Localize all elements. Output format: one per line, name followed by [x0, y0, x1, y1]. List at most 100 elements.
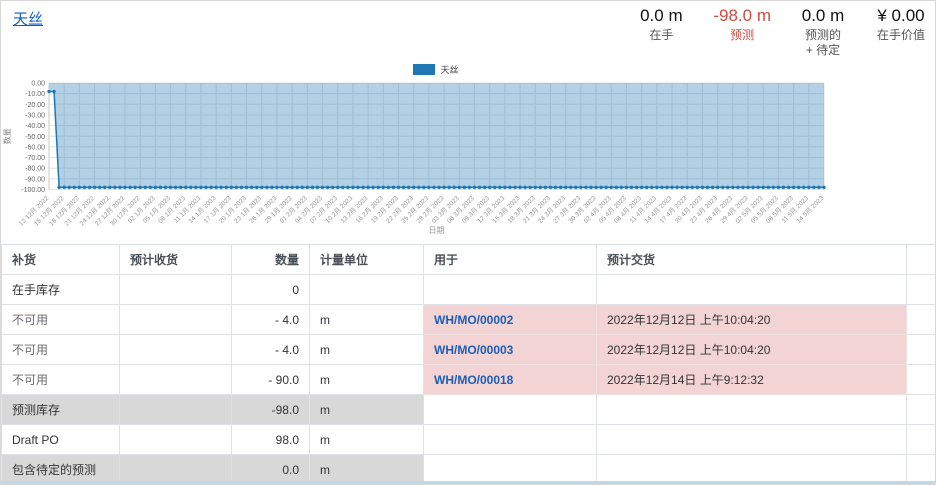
- cell-qty: 98.0: [232, 425, 310, 455]
- cell-uom: m: [310, 425, 424, 455]
- cell-qty: - 90.0: [232, 365, 310, 395]
- table-row: Draft PO 98.0m: [2, 425, 936, 455]
- svg-text:数量: 数量: [2, 128, 12, 144]
- stat-on-hand-label: 在手: [635, 28, 687, 43]
- cell-scheduled: [120, 395, 232, 425]
- stat-on-hand: 0.0 m 在手: [635, 6, 687, 43]
- mo-reference-link[interactable]: WH/MO/00002: [434, 313, 513, 327]
- cell-expected: [597, 395, 907, 425]
- cell-expected: [597, 425, 907, 455]
- table-row: 包含待定的预测 0.0m: [2, 455, 936, 485]
- table-header-row: 补货预计收货数量计量单位用于预计交货: [2, 245, 936, 275]
- cell-replenishment: 在手库存: [2, 275, 120, 305]
- area-chart-canvas: 0.00 -10.00 -20.00 -30.00 -40.00 -50.00 -60.00…: [1, 73, 936, 245]
- cell-scheduled: [120, 275, 232, 305]
- cell-expected: 2022年12月12日 上午10:04:20: [597, 335, 907, 365]
- svg-text:-10.00: -10.00: [25, 91, 45, 98]
- cell-extra: [907, 365, 936, 395]
- column-header-7: [907, 245, 936, 275]
- stat-on-hand-value: 0.0 m: [635, 6, 687, 26]
- svg-text:0.00: 0.00: [31, 81, 45, 88]
- cell-extra: [907, 455, 936, 485]
- column-header-4: 计量单位: [310, 245, 424, 275]
- cell-used_for: WH/MO/00018: [424, 365, 597, 395]
- cell-qty: 0.0: [232, 455, 310, 485]
- cell-extra: [907, 425, 936, 455]
- svg-text:-100.00: -100.00: [21, 187, 45, 194]
- svg-text:-90.00: -90.00: [25, 176, 45, 183]
- column-header-1: 补货: [2, 245, 120, 275]
- svg-text:-60.00: -60.00: [25, 144, 45, 151]
- column-header-6: 预计交货: [597, 245, 907, 275]
- cell-expected: [597, 275, 907, 305]
- cell-scheduled: [120, 365, 232, 395]
- svg-text:-30.00: -30.00: [25, 112, 45, 119]
- cell-scheduled: [120, 305, 232, 335]
- cell-replenishment: 不可用: [2, 305, 120, 335]
- cell-used_for: [424, 455, 597, 485]
- cell-extra: [907, 395, 936, 425]
- cell-used_for: [424, 275, 597, 305]
- stat-forecast-pending-value: 0.0 m: [797, 6, 849, 26]
- table-row: 不可用 - 90.0m WH/MO/00018 2022年12月14日 上午9:12:…: [2, 365, 936, 395]
- cell-extra: [907, 335, 936, 365]
- cell-scheduled: [120, 455, 232, 485]
- cell-expected: 2022年12月12日 上午10:04:20: [597, 305, 907, 335]
- cell-replenishment: 包含待定的预测: [2, 455, 120, 485]
- table-row: 不可用 - 4.0m WH/MO/00003 2022年12月12日 上午10:04:…: [2, 335, 936, 365]
- svg-text:-40.00: -40.00: [25, 123, 45, 130]
- svg-text:-70.00: -70.00: [25, 155, 45, 162]
- replenishment-table-wrap: 补货预计收货数量计量单位用于预计交货 在手库存0不可用- 4.0mWH/MO/0…: [1, 244, 936, 485]
- cell-expected: 2022年12月14日 上午9:12:32: [597, 365, 907, 395]
- cell-qty: 0: [232, 275, 310, 305]
- column-header-2: 预计收货: [120, 245, 232, 275]
- cell-qty: - 4.0: [232, 335, 310, 365]
- cell-used_for: WH/MO/00002: [424, 305, 597, 335]
- cell-uom: m: [310, 395, 424, 425]
- mo-reference-link[interactable]: WH/MO/00018: [434, 373, 513, 387]
- cell-replenishment: 预测库存: [2, 395, 120, 425]
- stat-on-hand-worth: ¥ 0.00 在手价值: [875, 6, 927, 43]
- stat-forecast-value: -98.0 m: [713, 6, 771, 26]
- cell-qty: - 4.0: [232, 305, 310, 335]
- cell-uom: m: [310, 365, 424, 395]
- cell-qty: -98.0: [232, 395, 310, 425]
- stats-bar: 0.0 m 在手 -98.0 m 预测 0.0 m 预测的 + 待定 ¥ 0.0…: [635, 6, 927, 58]
- mo-reference-link[interactable]: WH/MO/00003: [434, 343, 513, 357]
- cell-scheduled: [120, 425, 232, 455]
- table-row: 不可用 - 4.0m WH/MO/00002 2022年12月12日 上午10:04:…: [2, 305, 936, 335]
- cell-extra: [907, 275, 936, 305]
- svg-text:-80.00: -80.00: [25, 166, 45, 173]
- stat-on-hand-worth-value: ¥ 0.00: [875, 6, 927, 26]
- stat-forecast-pending-label: 预测的 + 待定: [797, 28, 849, 58]
- bottom-divider: [1, 481, 936, 484]
- replenishment-table: 补货预计收货数量计量单位用于预计交货 在手库存0不可用- 4.0mWH/MO/0…: [1, 244, 936, 485]
- cell-scheduled: [120, 335, 232, 365]
- cell-uom: [310, 275, 424, 305]
- stat-forecast: -98.0 m 预测: [713, 6, 771, 43]
- cell-uom: m: [310, 455, 424, 485]
- column-header-3: 数量: [232, 245, 310, 275]
- stat-forecast-pending: 0.0 m 预测的 + 待定: [797, 6, 849, 58]
- cell-used_for: [424, 395, 597, 425]
- cell-replenishment: 不可用: [2, 365, 120, 395]
- cell-used_for: WH/MO/00003: [424, 335, 597, 365]
- table-row: 在手库存 0: [2, 275, 936, 305]
- svg-text:日期: 日期: [429, 226, 445, 235]
- stat-on-hand-worth-label: 在手价值: [875, 28, 927, 43]
- column-header-5: 用于: [424, 245, 597, 275]
- cell-expected: [597, 455, 907, 485]
- cell-extra: [907, 305, 936, 335]
- svg-text:-50.00: -50.00: [25, 134, 45, 141]
- product-title-link[interactable]: 天丝: [13, 8, 43, 29]
- forecast-chart: 天丝 0.00-10.00-20.00-30.00-40.00-50.00-60…: [1, 61, 936, 245]
- cell-used_for: [424, 425, 597, 455]
- forecast-report-page: 天丝 0.0 m 在手 -98.0 m 预测 0.0 m 预测的 + 待定 ¥ …: [0, 0, 936, 485]
- stat-forecast-label: 预测: [713, 28, 771, 43]
- cell-replenishment: Draft PO: [2, 425, 120, 455]
- cell-uom: m: [310, 335, 424, 365]
- svg-text:-20.00: -20.00: [25, 102, 45, 109]
- table-row: 预测库存 -98.0m: [2, 395, 936, 425]
- cell-replenishment: 不可用: [2, 335, 120, 365]
- cell-uom: m: [310, 305, 424, 335]
